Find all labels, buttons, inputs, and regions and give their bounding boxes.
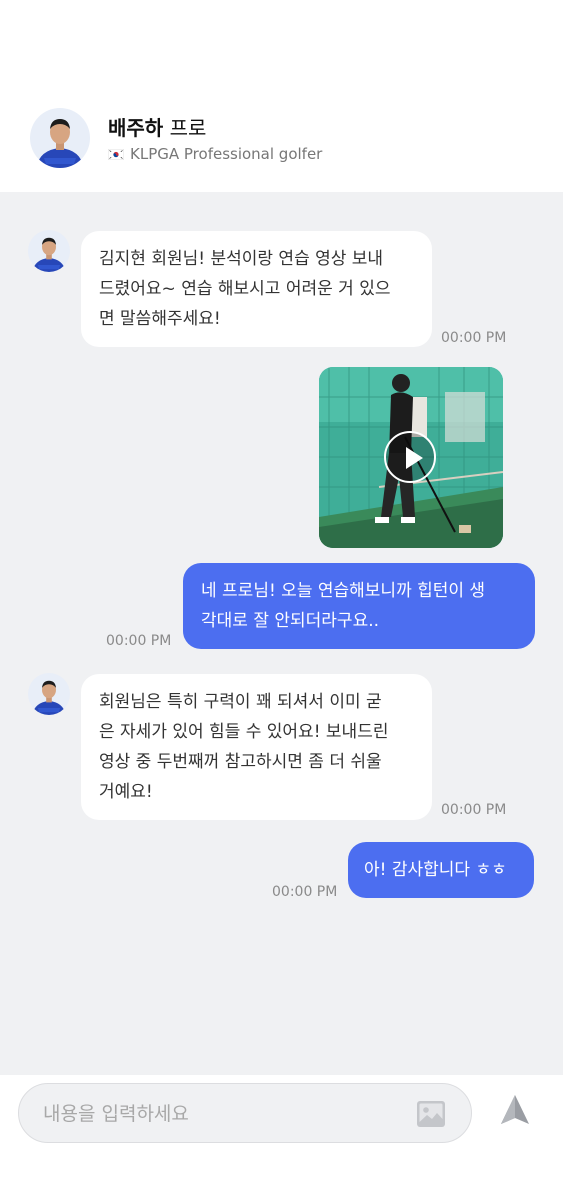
send-icon[interactable] [498,1093,532,1127]
outgoing-message-bubble: 아! 감사합니다 ㅎㅎ [348,842,534,898]
message-avatar [28,673,70,715]
video-message-thumbnail[interactable] [319,367,503,548]
message-line: 은 자세가 있어 힘들 수 있어요! 보내드린 [99,722,389,742]
message-time: 00:00 PM [272,884,338,900]
outgoing-message-bubble: 네 프로님! 오늘 연습해보니까 힙턴이 생 각대로 잘 안되더라구요.. [183,563,535,649]
message-input[interactable] [43,1100,403,1128]
chat-thread[interactable]: 김지현 회원님! 분석이랑 연습 영상 보내 드렸어요~ 연습 해보시고 어려운… [0,192,563,1075]
pro-name: 배주하 [108,116,164,140]
pro-subtitle: KLPGA Professional golfer [130,145,323,163]
message-avatar [28,230,70,272]
message-line: 면 말씀해주세요! [99,309,221,329]
chat-header: 배주하 프로 KLPGA Professional golfer [0,0,563,192]
message-line: 드렸어요~ 연습 해보시고 어려운 거 있으 [99,279,391,299]
image-icon[interactable] [416,1100,446,1128]
message-line: 아! 감사합니다 ㅎㅎ [364,860,507,880]
message-time: 00:00 PM [441,330,507,346]
message-composer [0,1075,563,1200]
pro-role: 프로 [169,116,207,140]
message-time: 00:00 PM [441,802,507,818]
message-line: 네 프로님! 오늘 연습해보니까 힙턴이 생 [201,581,486,601]
pro-name-row: 배주하 프로 [108,112,206,141]
message-time: 00:00 PM [106,633,172,649]
play-icon[interactable] [384,431,436,483]
message-line: 영상 중 두번째꺼 참고하시면 좀 더 쉬울 [99,752,382,772]
incoming-message-bubble: 회원님은 특히 구력이 꽤 되셔서 이미 굳 은 자세가 있어 힘들 수 있어요… [81,674,432,820]
pro-subtitle-row: KLPGA Professional golfer [108,145,322,163]
message-line: 회원님은 특히 구력이 꽤 되셔서 이미 굳 [99,692,382,712]
message-line: 거예요! [99,782,153,802]
message-line: 각대로 잘 안되더라구요.. [201,611,380,631]
korea-flag-icon [108,148,124,160]
message-line: 김지현 회원님! 분석이랑 연습 영상 보내 [99,249,384,269]
message-input-box[interactable] [18,1083,472,1143]
pro-avatar[interactable] [30,108,90,168]
incoming-message-bubble: 김지현 회원님! 분석이랑 연습 영상 보내 드렸어요~ 연습 해보시고 어려운… [81,231,432,347]
